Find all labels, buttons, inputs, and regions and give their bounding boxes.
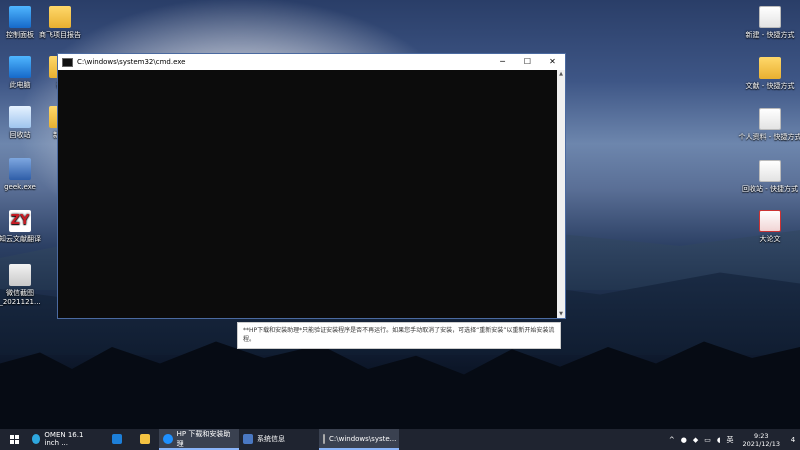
desktop-icon-label: 微信截图_2021121... (0, 289, 41, 306)
close-button[interactable]: ✕ (540, 54, 565, 70)
taskbar-app-cmd[interactable]: C:\windows\syste... (319, 429, 399, 450)
desktop-icon-screenshot[interactable]: 微信截图_2021121... (0, 264, 52, 307)
folder-shortcut-icon (759, 57, 781, 79)
taskbar-app-system-info[interactable]: 系统信息 (239, 429, 319, 450)
desktop-icon-label: geek.exe (4, 183, 36, 191)
cmd-window[interactable]: C:\windows\system32\cmd.exe ─ ☐ ✕ ▲ ▼ (57, 53, 566, 319)
desktop-icon-recycle-shortcut[interactable]: 回收站 - 快捷方式 (738, 160, 800, 194)
taskbar-app-label: 系统信息 (257, 434, 285, 443)
wechat-tray-icon[interactable]: ● (681, 436, 687, 444)
geek-exe-icon (9, 158, 31, 180)
notification-count: 4 (790, 435, 796, 444)
cmd-console-area[interactable] (58, 70, 557, 318)
hp-install-notice: **HP下载和安装助理*只能验证安装程序是否不再运行。如果您手动取消了安装，可选… (237, 322, 561, 349)
desktop-icon-label: 大论文 (759, 235, 781, 243)
desktop-icon-geek[interactable]: geek.exe (0, 158, 52, 192)
cmd-scrollbar[interactable]: ▲ ▼ (557, 70, 565, 318)
taskbar-app-hp-download[interactable]: HP 下载和安装助理 (159, 429, 239, 450)
taskbar-app-label: HP 下载和安装助理 (176, 429, 231, 448)
doc-shortcut-icon (759, 108, 781, 130)
image-file-icon (9, 264, 31, 286)
desktop-icon-label: 回收站 - 快捷方式 (742, 185, 798, 193)
desktop-icon-report-folder[interactable]: 商飞项目报告 (28, 6, 92, 40)
desktop-icon-label: 知云文献翻译 (0, 235, 41, 243)
volume-icon[interactable]: ◖ (717, 436, 721, 444)
hp-download-icon (163, 433, 173, 444)
taskbar: OMEN 16.1 inch ... HP 下载和安装助理 系统信息 C:\wi… (0, 429, 800, 450)
clock[interactable]: 9:23 2021/12/13 (737, 432, 786, 448)
shortcut-icon (759, 6, 781, 28)
cmd-icon (62, 57, 73, 67)
desktop-icon-personal-shortcut[interactable]: 个人资料 - 快捷方式 (738, 108, 800, 142)
taskbar-app-edge[interactable]: OMEN 16.1 inch ... (28, 429, 103, 450)
file-explorer-icon (140, 433, 150, 444)
clock-time: 9:23 (753, 431, 769, 440)
system-info-icon (243, 433, 253, 444)
cmd-icon (323, 433, 325, 444)
doc-shortcut-icon (759, 160, 781, 182)
minimize-button[interactable]: ─ (490, 54, 515, 70)
desktop-icon-label: 新建 - 快捷方式 (745, 31, 795, 39)
taskbar-app-mail[interactable] (103, 429, 131, 450)
edge-icon (32, 433, 41, 444)
cmd-title-bar[interactable]: C:\windows\system32\cmd.exe ─ ☐ ✕ (58, 54, 565, 70)
taskbar-app-label: C:\windows\syste... (329, 434, 397, 443)
taskbar-app-label: OMEN 16.1 inch ... (44, 430, 84, 447)
folder-icon (49, 6, 71, 28)
mail-icon (112, 433, 122, 444)
input-method-indicator[interactable]: 英 (727, 435, 734, 445)
desktop-icon-literature-shortcut[interactable]: 文献 - 快捷方式 (738, 57, 800, 91)
pdf-icon (759, 210, 781, 232)
system-tray: ^ ● ◆ ▭ ◖ 英 9:23 2021/12/13 4 (666, 429, 800, 450)
desktop-icon-label: 个人资料 - 快捷方式 (738, 133, 800, 141)
start-button[interactable] (0, 429, 28, 450)
cmd-window-title: C:\windows\system32\cmd.exe (77, 58, 186, 66)
desktop-icon-new-shortcut[interactable]: 新建 - 快捷方式 (738, 6, 800, 40)
tray-overflow-icon[interactable]: ^ (669, 436, 675, 444)
desktop-icon-label: 文献 - 快捷方式 (745, 82, 795, 90)
desktop-icon-label: 商飞项目报告 (39, 31, 81, 39)
clock-date: 2021/12/13 (742, 439, 780, 448)
scroll-up-icon[interactable]: ▲ (557, 70, 565, 78)
taskbar-app-explorer[interactable] (131, 429, 159, 450)
security-tray-icon[interactable]: ◆ (693, 436, 698, 444)
windows-logo-icon (9, 435, 19, 444)
hp-notice-text: **HP下载和安装助理*只能验证安装程序是否不再运行。如果您手动取消了安装，可选… (243, 327, 555, 343)
scroll-down-icon[interactable]: ▼ (557, 310, 565, 318)
desktop-icon-zy[interactable]: ZY 知云文献翻译 (0, 210, 52, 244)
zy-app-icon: ZY (9, 210, 31, 232)
notification-center-button[interactable]: 4 (786, 433, 800, 447)
network-icon[interactable]: ▭ (704, 436, 711, 444)
desktop-icon-thesis[interactable]: 大论文 (738, 210, 800, 244)
maximize-button[interactable]: ☐ (515, 54, 540, 70)
